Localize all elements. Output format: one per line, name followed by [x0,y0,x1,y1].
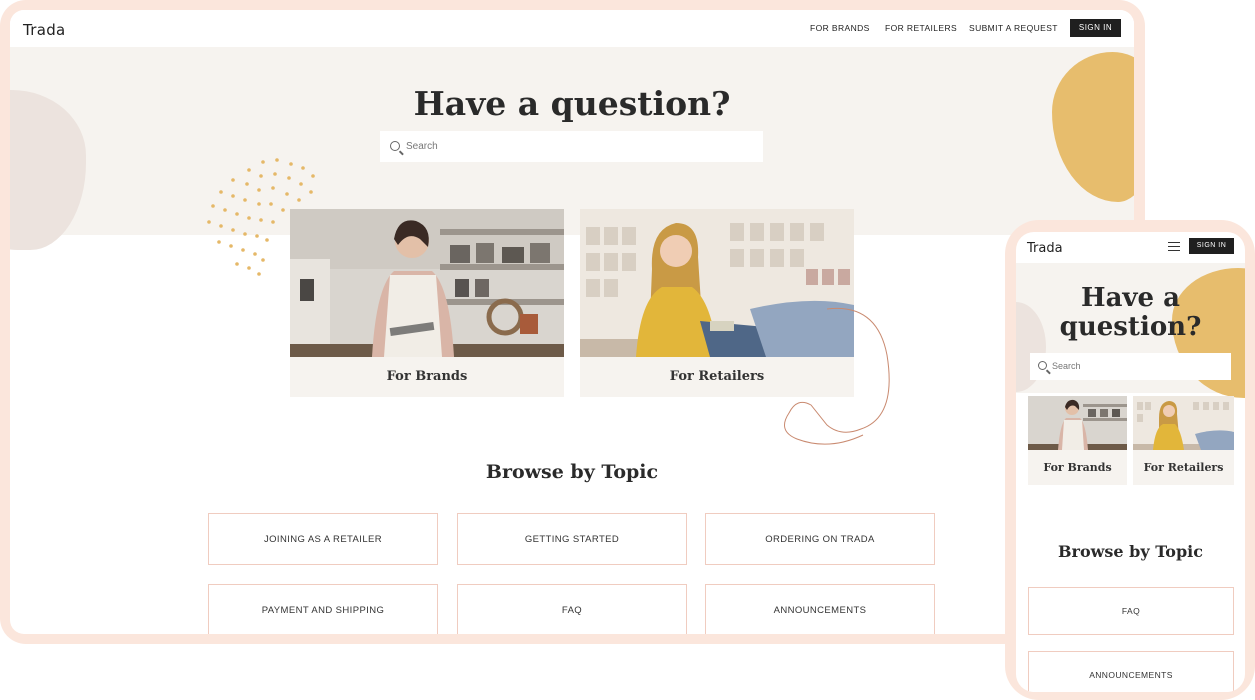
mobile-sign-in-button[interactable]: SIGN IN [1189,238,1234,254]
hamburger-menu-icon[interactable] [1168,242,1180,251]
mobile-for-brands-card[interactable]: For Brands [1028,396,1127,485]
topic-joining-as-retailer[interactable]: JOINING AS A RETAILER [208,513,438,565]
mobile-for-retailers-card[interactable]: For Retailers [1133,396,1234,485]
mobile-for-brands-label: For Brands [1043,461,1112,474]
mobile-topic-announcements[interactable]: ANNOUNCEMENTS [1028,651,1234,692]
mobile-search-input[interactable]: Search [1030,353,1231,380]
mobile-title-line-2: question? [1059,312,1202,342]
for-brands-label: For Brands [386,369,468,384]
for-brands-card[interactable]: For Brands [290,209,564,397]
for-brands-photo [290,209,564,357]
nav-for-retailers[interactable]: FOR RETAILERS [885,23,957,33]
mobile-device-frame: Trada SIGN IN Have a question? Search Fo… [1005,220,1255,700]
mobile-screen: Trada SIGN IN Have a question? Search Fo… [1016,232,1245,692]
mobile-for-retailers-photo [1133,396,1234,450]
mobile-search-placeholder: Search [1052,361,1081,371]
page-title: Have a question? [413,84,731,123]
mobile-page-title: Have a question? [1016,284,1245,342]
mobile-for-brands-photo [1028,396,1127,450]
nav-submit-request[interactable]: SUBMIT A REQUEST [969,23,1058,33]
browse-by-topic-heading: Browse by Topic [485,461,659,483]
top-navigation-bar: Trada FOR BRANDS FOR RETAILERS SUBMIT A … [10,10,1134,47]
mobile-title-line-1: Have a [1081,283,1180,313]
mobile-search-icon [1038,361,1047,370]
sign-in-button[interactable]: SIGN IN [1070,19,1121,37]
topic-faq[interactable]: FAQ [457,584,687,634]
topic-payment-and-shipping[interactable]: PAYMENT AND SHIPPING [208,584,438,634]
search-input[interactable]: Search [380,131,763,162]
trada-logo[interactable]: Trada [23,21,66,39]
mobile-trada-logo[interactable]: Trada [1027,241,1063,256]
mobile-browse-by-topic-heading: Browse by Topic [1058,542,1203,561]
topic-getting-started[interactable]: GETTING STARTED [457,513,687,565]
search-icon [390,141,400,151]
nav-for-brands[interactable]: FOR BRANDS [810,23,870,33]
topic-announcements[interactable]: ANNOUNCEMENTS [705,584,935,634]
search-placeholder: Search [406,141,438,152]
desktop-device-frame: Trada FOR BRANDS FOR RETAILERS SUBMIT A … [0,0,1145,644]
topic-ordering-on-trada[interactable]: ORDERING ON TRADA [705,513,935,565]
decorative-squiggle-line [784,307,890,445]
mobile-topic-faq[interactable]: FAQ [1028,587,1234,635]
mobile-for-retailers-label: For Retailers [1143,461,1224,474]
desktop-screen: Trada FOR BRANDS FOR RETAILERS SUBMIT A … [10,10,1134,634]
